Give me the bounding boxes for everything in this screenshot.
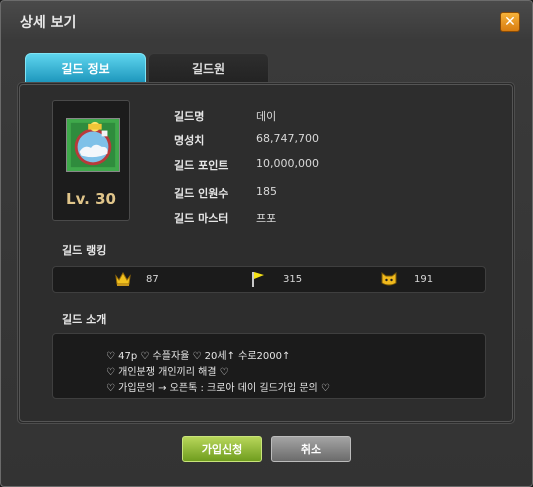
ranking-value-cat: 191 xyxy=(414,274,434,285)
guild-level: Lv. 30 xyxy=(66,190,116,208)
intro-line-2: ♡ 개인분쟁 개인끼리 해결 ♡ xyxy=(106,367,229,378)
close-icon: ✕ xyxy=(504,14,516,30)
intro-line-3: ♡ 가입문의 → 오픈톡 : 크로아 데이 길드가입 문의 ♡ xyxy=(106,383,330,394)
guild-master-value: 프포 xyxy=(256,212,277,225)
tab-guild-info[interactable]: 길드 정보 xyxy=(25,53,146,83)
cat-mask-icon xyxy=(381,272,397,286)
cancel-button[interactable]: 취소 xyxy=(271,436,351,462)
tab-guild-members[interactable]: 길드원 xyxy=(148,53,269,83)
fame-label: 명성치 xyxy=(174,134,205,147)
guild-emblem-icon xyxy=(66,118,120,172)
fame-value: 68,747,700 xyxy=(256,132,319,145)
member-count-label: 길드 인원수 xyxy=(174,187,229,200)
guild-points-value: 10,000,000 xyxy=(256,157,319,170)
ranking-section-label: 길드 랭킹 xyxy=(62,244,107,257)
window-title: 상세 보기 xyxy=(20,15,77,31)
intro-section-label: 길드 소개 xyxy=(62,313,107,326)
close-button[interactable]: ✕ xyxy=(500,12,520,32)
flag-icon xyxy=(252,272,264,287)
intro-line-1: ♡ 47p ♡ 수플자율 ♡ 20세↑ 수로2000↑ xyxy=(106,351,291,362)
ranking-value-flag: 315 xyxy=(283,274,303,285)
join-request-button[interactable]: 가입신청 xyxy=(182,436,262,462)
ranking-value-crown: 87 xyxy=(146,274,159,285)
member-count-value: 185 xyxy=(256,185,277,198)
guild-points-label: 길드 포인트 xyxy=(174,159,229,172)
guild-name-value: 데이 xyxy=(256,110,277,123)
guild-master-label: 길드 마스터 xyxy=(174,212,229,225)
guild-name-label: 길드명 xyxy=(174,110,205,123)
crown-icon xyxy=(115,271,131,286)
